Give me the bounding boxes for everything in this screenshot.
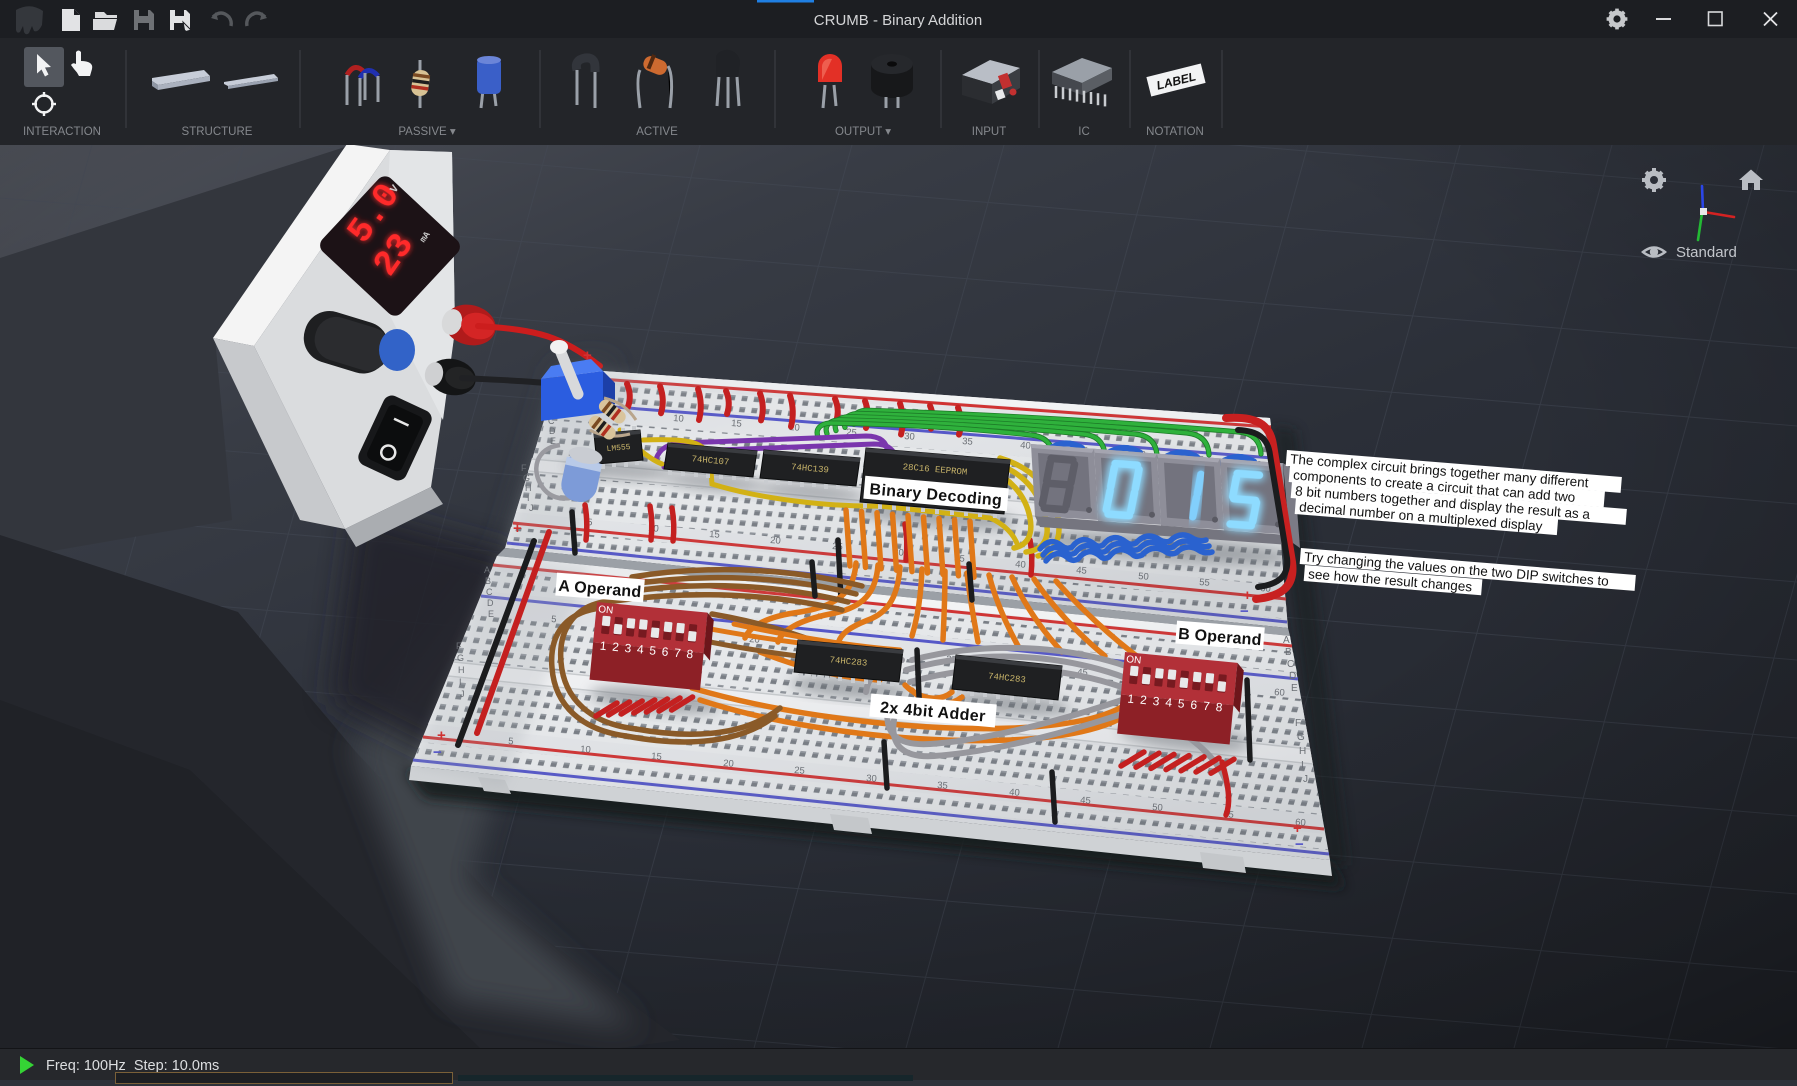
svg-text:C: C [1287,659,1294,670]
svg-text:E: E [488,609,494,619]
svg-text:OUTPUT ▾: OUTPUT ▾ [835,126,891,138]
svg-text:NOTATION: NOTATION [1146,126,1204,138]
svg-text:H: H [458,665,465,675]
svg-text:I: I [1301,760,1304,771]
svg-text:ON: ON [1126,654,1142,666]
svg-text:25: 25 [794,765,805,777]
svg-text:60: 60 [1274,687,1285,699]
svg-text:F: F [1295,718,1301,729]
svg-text:Standard: Standard [1676,244,1737,261]
svg-text:20: 20 [723,758,734,770]
svg-text:50: 50 [1152,802,1163,814]
svg-text:40: 40 [1020,440,1031,452]
svg-text:H: H [525,483,532,493]
svg-text:B: B [1285,647,1292,658]
svg-text:35: 35 [962,436,973,448]
svg-text:30: 30 [866,773,877,785]
svg-text:STRUCTURE: STRUCTURE [182,126,253,138]
svg-text:C: C [486,587,493,597]
svg-text:15: 15 [709,529,720,541]
svg-text:50: 50 [1138,571,1149,583]
svg-text:INTERACTION: INTERACTION [23,126,101,138]
svg-text:35: 35 [937,780,948,792]
svg-text:+: + [437,727,446,744]
svg-text:PASSIVE ▾: PASSIVE ▾ [398,126,456,138]
svg-text:G: G [523,473,530,483]
svg-text:−: − [433,744,442,761]
svg-text:H: H [1299,746,1306,757]
svg-text:A: A [484,565,490,575]
svg-text:INPUT: INPUT [972,126,1007,138]
svg-text:45: 45 [1080,795,1091,807]
svg-text:−: − [1295,836,1304,853]
svg-text:55: 55 [1199,577,1210,589]
svg-text:5: 5 [551,614,557,625]
svg-text:G: G [1297,732,1305,743]
svg-text:15: 15 [731,418,742,430]
svg-text:10: 10 [673,413,684,425]
svg-text:B: B [485,576,491,586]
svg-text:F: F [456,641,462,651]
svg-text:A: A [1283,635,1290,646]
svg-text:40: 40 [1015,559,1026,571]
svg-text:CRUMB - Binary Addition: CRUMB - Binary Addition [814,12,982,29]
svg-text:J: J [1303,774,1308,785]
svg-text:D: D [1289,671,1296,682]
svg-text:IC: IC [1078,126,1090,138]
svg-text:J: J [460,689,465,699]
svg-text:F: F [521,463,527,473]
svg-text:−: − [511,536,520,553]
svg-text:ACTIVE: ACTIVE [636,126,678,138]
svg-text:ON: ON [598,604,614,616]
svg-text:+: + [1293,820,1302,837]
svg-text:10: 10 [580,744,591,756]
svg-text:+: + [1243,587,1252,604]
svg-text:D: D [487,598,494,608]
svg-text:5: 5 [508,736,514,747]
svg-text:J: J [529,503,534,513]
svg-text:20: 20 [770,535,781,547]
svg-text:I: I [459,677,462,687]
svg-text:40: 40 [1009,787,1020,799]
svg-text:−: − [1240,603,1249,620]
svg-text:15: 15 [651,751,662,763]
svg-text:E: E [1291,683,1298,694]
svg-text:I: I [527,493,530,503]
svg-text:+: + [513,520,522,537]
svg-text:G: G [457,653,464,663]
svg-text:30: 30 [904,431,915,443]
svg-text:45: 45 [1076,565,1087,577]
svg-text:D: D [549,426,556,436]
